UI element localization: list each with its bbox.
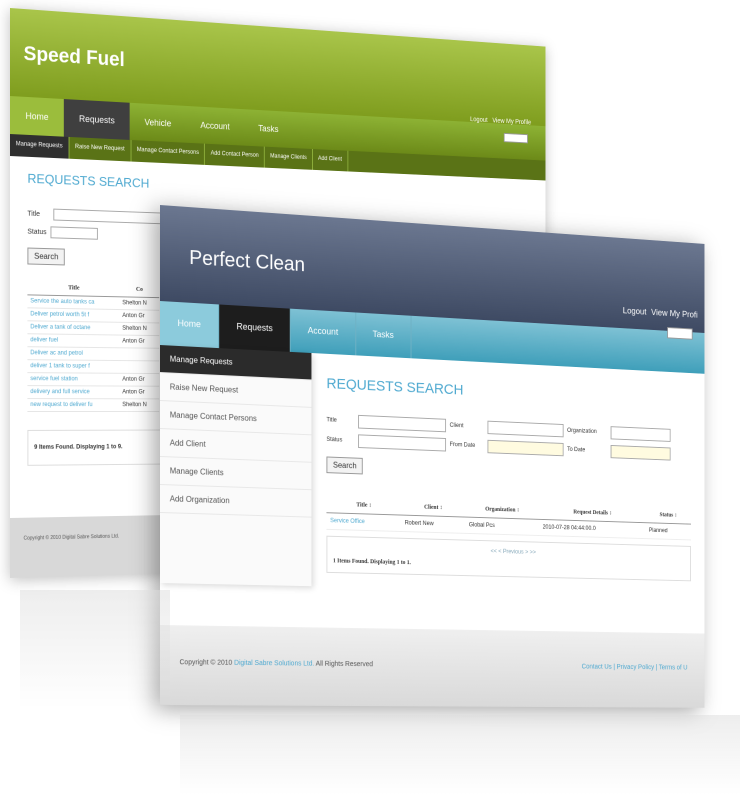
footer-copyright: Copyright © 2010 Digital Sabre Solutions… [180, 659, 373, 673]
status-select[interactable] [358, 434, 446, 451]
footer: Copyright © 2010 Digital Sabre Solutions… [160, 625, 704, 708]
client-cell: Anton Gr [120, 335, 160, 348]
subnav-add-contact[interactable]: Add Contact Person [205, 144, 265, 168]
client-cell: Shelton N [120, 322, 160, 335]
client-cell [120, 348, 160, 361]
request-title-link[interactable]: delivery and full service [27, 386, 119, 399]
subnav-manage-requests[interactable]: Manage Requests [10, 134, 69, 159]
perfect-clean-window: Perfect Clean Logout View My Profi Home … [160, 205, 704, 708]
results-count: 1 Items Found. Displaying 1 to 1. [333, 558, 685, 572]
request-details-cell: 2010-07-28 04:44:00.0 [539, 519, 645, 538]
brand-title: Speed Fuel [24, 43, 125, 72]
subnav-manage-contacts[interactable]: Manage Contact Persons [131, 140, 205, 165]
col-client[interactable]: Co [120, 283, 160, 298]
request-title-link[interactable]: deliver fuel [27, 334, 119, 348]
main-panel: REQUESTS SEARCH Title Client Organizatio… [311, 353, 704, 595]
table-row: Deliver ac and petrol [27, 347, 159, 361]
table-row: delivery and full service Anton Gr [27, 386, 159, 399]
request-title-link[interactable]: Deliver ac and petrol [27, 347, 119, 361]
client-input[interactable] [487, 421, 563, 438]
results-table: Title Co Service the auto tanks ca Shelto… [27, 280, 159, 412]
organization-input[interactable] [611, 426, 671, 442]
back-reflection [20, 590, 170, 710]
client-cell [120, 361, 160, 374]
client-cell: Shelton N [120, 297, 160, 310]
front-reflection [180, 715, 740, 795]
logout-link[interactable]: Logout [623, 306, 647, 317]
nav-requests[interactable]: Requests [219, 304, 291, 351]
company-link[interactable]: Digital Sabre Solutions Ltd. [234, 660, 314, 668]
pager-controls[interactable]: << < Previous > >> [333, 545, 685, 560]
client-cell: Shelton N [120, 399, 160, 412]
nav-account[interactable]: Account [186, 106, 244, 146]
page-title: REQUESTS SEARCH [326, 375, 691, 409]
nav-account[interactable]: Account [291, 309, 356, 356]
request-title-link[interactable]: Deliver a tank of octane [27, 321, 119, 335]
nav-tasks[interactable]: Tasks [244, 109, 293, 148]
subnav-manage-clients[interactable]: Manage Clients [265, 147, 313, 170]
organization-cell: Global Pcs [465, 517, 539, 535]
client-cell: Anton Gr [120, 373, 160, 386]
top-links: Logout View My Profi [620, 305, 698, 319]
copyright-suffix: All Rights Reserved [316, 661, 373, 668]
to-date-label: To Date [567, 447, 607, 454]
sidebar-item-add-organization[interactable]: Add Organization [160, 485, 311, 518]
brand-title: Perfect Clean [189, 247, 305, 277]
col-client[interactable]: Client ↕ [401, 499, 465, 517]
title-label: Title [27, 210, 39, 217]
table-row: service fuel station Anton Gr [27, 373, 159, 387]
nav-home[interactable]: Home [10, 96, 64, 137]
footer-links[interactable]: Contact Us | Privacy Policy | Terms of U [582, 664, 688, 676]
nav-home[interactable]: Home [160, 301, 219, 348]
client-cell: Anton Gr [120, 386, 160, 399]
results-table: Title ↕ Client ↕ Organization ↕ Request … [326, 497, 691, 541]
subnav-add-client[interactable]: Add Client [313, 149, 348, 171]
pagination-panel: << < Previous > >> 1 Items Found. Displa… [326, 536, 691, 582]
subnav-raise-request[interactable]: Raise New Request [69, 137, 131, 162]
request-title-link[interactable]: Service Office [326, 513, 401, 532]
nav-requests[interactable]: Requests [64, 99, 130, 140]
copyright-prefix: Copyright © 2010 [180, 659, 233, 667]
status-label: Status [326, 437, 354, 444]
from-date-input[interactable] [487, 440, 563, 456]
status-select[interactable] [50, 226, 97, 239]
col-status[interactable]: Status ↕ [645, 507, 691, 524]
table-row: new request to deliver fu Shelton N [27, 399, 159, 412]
status-label: Status [27, 228, 46, 236]
to-date-input[interactable] [611, 445, 671, 461]
request-title-link[interactable]: new request to deliver fu [27, 399, 119, 412]
organization-label: Organization [567, 428, 607, 435]
client-cell: Anton Gr [120, 310, 160, 323]
content-area: Manage Requests Raise New Request Manage… [160, 345, 704, 595]
sidebar: Manage Requests Raise New Request Manage… [160, 345, 311, 586]
request-title-link[interactable]: service fuel station [27, 373, 119, 386]
status-cell: Planned [645, 523, 691, 540]
language-select[interactable] [504, 133, 528, 143]
title-label: Title [326, 417, 354, 424]
request-title-link[interactable]: deliver 1 tank to super f [27, 360, 119, 374]
title-input[interactable] [53, 209, 165, 225]
table-row: deliver 1 tank to super f [27, 360, 159, 374]
search-form: Title Client Organization Status From Da… [326, 413, 691, 461]
footer-copyright: Copyright © 2010 Digital Sabre Solutions… [24, 534, 120, 542]
view-profile-link[interactable]: View My Profi [651, 307, 698, 319]
from-date-label: From Date [450, 442, 484, 449]
nav-vehicle[interactable]: Vehicle [130, 103, 186, 143]
search-button[interactable]: Search [27, 248, 65, 266]
logout-link[interactable]: Logout [470, 116, 487, 123]
client-cell: Robert New [401, 515, 465, 533]
nav-tasks[interactable]: Tasks [356, 313, 411, 359]
client-label: Client [450, 423, 484, 430]
search-button[interactable]: Search [326, 456, 363, 474]
page-title: REQUESTS SEARCH [27, 171, 531, 206]
title-input[interactable] [358, 415, 446, 432]
language-select[interactable] [667, 327, 692, 340]
